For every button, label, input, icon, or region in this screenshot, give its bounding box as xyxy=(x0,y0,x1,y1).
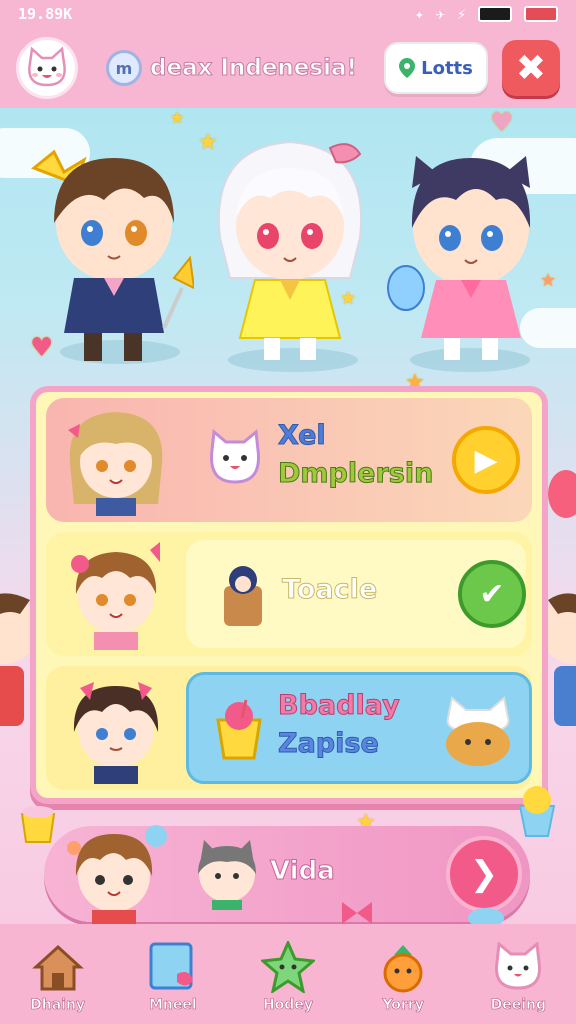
signal-icon: ✦ xyxy=(414,5,424,23)
play-icon: ▶ xyxy=(474,442,498,478)
chevron-right-icon: ❯ xyxy=(469,854,499,894)
globe-glyph: m xyxy=(115,58,133,78)
menu-item-title: Toacle xyxy=(281,574,378,606)
battery-low-icon xyxy=(524,6,558,22)
carrot-icon xyxy=(375,941,431,993)
page-title: deax Indenesia! xyxy=(150,55,358,82)
nav-label: Mneel xyxy=(148,997,197,1014)
drink-cup-decoration xyxy=(20,806,56,843)
nav-label: Dhainy xyxy=(30,997,86,1014)
side-character-left-illustration xyxy=(0,593,30,726)
status-bar: 19.89K ✦ ✈ ⚡ xyxy=(0,0,576,28)
bottom-navigation: Dhainy Mneel Hodey Yorry Deeing xyxy=(0,924,576,1024)
menu-item-subtitle: Zapise xyxy=(278,728,380,760)
check-icon: ✔ xyxy=(479,576,505,612)
note-icon xyxy=(145,941,201,993)
nav-label: Yorry xyxy=(382,997,424,1014)
nav-item-home[interactable]: Dhainy xyxy=(8,941,108,1013)
menu-item[interactable]: Bbadlay Zapise xyxy=(46,666,532,790)
avatar-brown-hair-girl xyxy=(71,542,160,650)
chibi-cat-ear-girl-illustration xyxy=(387,156,531,360)
close-button[interactable]: ✖ xyxy=(502,40,560,96)
chibi-boy-illustration xyxy=(31,149,194,361)
cat-bun-mascot-icon xyxy=(446,696,510,766)
avatar-video-girl xyxy=(67,825,167,924)
cupcake-decoration xyxy=(518,786,556,837)
menu-item[interactable]: Toacle ✔ xyxy=(46,532,532,656)
nav-item-cat[interactable]: Deeing xyxy=(468,941,568,1013)
app-header: m deax Indenesia! Lotts ✖ xyxy=(0,28,576,108)
lotts-button[interactable]: Lotts xyxy=(384,42,488,94)
check-button[interactable]: ✔ xyxy=(458,560,526,628)
side-character-right-illustration xyxy=(548,593,576,726)
menu-item[interactable]: Xel Dmplersin ▶ xyxy=(46,398,532,522)
play-button[interactable]: ▶ xyxy=(452,426,520,494)
candy-decoration xyxy=(468,908,504,926)
nav-item-carrot[interactable]: Yorry xyxy=(353,941,453,1013)
video-label: Vida xyxy=(270,856,336,887)
video-bar[interactable]: Vida ❯ xyxy=(44,825,530,924)
menu-item-title: Bbadlay xyxy=(278,690,401,722)
avatar-dark-hair-girl xyxy=(73,682,159,784)
star-icon: ★ xyxy=(170,108,185,127)
drink-cup-icon xyxy=(216,699,262,760)
location-pin-icon xyxy=(399,58,416,78)
globe-icon: m xyxy=(106,50,142,86)
star-icon xyxy=(260,941,316,993)
menu-item-subtitle: Dmplersin xyxy=(277,458,434,490)
nav-item-notes[interactable]: Mneel xyxy=(123,941,223,1013)
cat-mascot-icon xyxy=(209,429,261,484)
battery-icon xyxy=(478,6,512,22)
home-icon xyxy=(30,941,86,993)
penguin-mascot-icon xyxy=(224,566,262,626)
nav-label: Hodey xyxy=(262,997,314,1014)
lotts-label: Lotts xyxy=(421,57,473,79)
status-time: 19.89K xyxy=(18,5,73,23)
location-icon: ✈ xyxy=(435,5,445,23)
menu-item-title: Xel xyxy=(278,420,327,452)
hero-banner: ★ ★ ★ ★ ★ ♥ ♥ xyxy=(0,108,576,395)
wifi-icon: ⚡ xyxy=(456,5,466,23)
balloon-decoration xyxy=(548,470,576,518)
chibi-white-hair-girl-illustration xyxy=(217,140,363,360)
cat-logo-icon[interactable] xyxy=(16,37,78,99)
cat-icon xyxy=(490,941,546,993)
close-icon: ✖ xyxy=(515,47,547,89)
avatar-gray-cat-boy xyxy=(198,840,256,910)
nav-label: Deeing xyxy=(490,997,547,1014)
avatar-blonde-girl xyxy=(68,412,163,516)
nav-item-star[interactable]: Hodey xyxy=(238,941,338,1013)
menu-panel: Xel Dmplersin ▶ Toacle ✔ Bbadlay Zapise xyxy=(30,386,548,804)
bow-decoration xyxy=(342,902,372,924)
